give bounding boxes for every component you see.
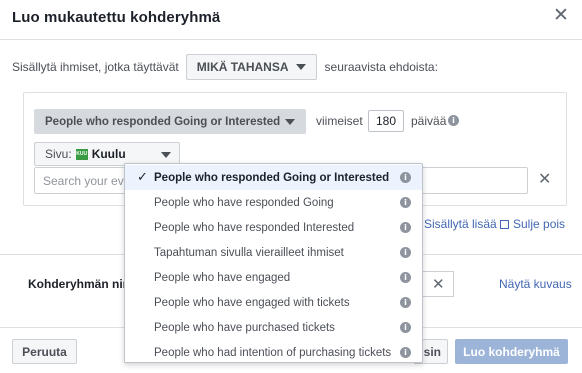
page-label: Sivu: (45, 147, 72, 161)
event-type-dropdown[interactable]: People who responded Going or Interested (34, 109, 306, 134)
info-icon[interactable]: i (400, 222, 411, 233)
retention-suffix: päivää (411, 114, 447, 128)
checkmark-icon: ✓ (137, 170, 148, 185)
include-suffix: seuraavista ehdoista: (324, 60, 438, 74)
event-type-label: People who responded Going or Interested (45, 115, 281, 128)
info-icon[interactable]: i (400, 247, 411, 258)
info-icon[interactable]: i (400, 347, 411, 358)
menu-item[interactable]: People who have responded Interested i (125, 215, 422, 240)
match-type-label: MIKÄ TAHANSA (196, 60, 289, 74)
dialog-title: Luo mukautettu kohderyhmä (12, 9, 221, 26)
event-type-menu: ✓ People who responded Going or Intereste… (124, 163, 423, 363)
info-icon[interactable]: i (400, 322, 411, 333)
menu-item[interactable]: People who had intention of purchasing t… (125, 340, 422, 365)
page-name: Kuulu (91, 147, 126, 161)
exclude-icon (500, 220, 509, 229)
menu-item-label: People who have engaged with tickets (154, 296, 350, 309)
retention-prefix: viimeiset (316, 114, 363, 128)
menu-item[interactable]: ✓ People who responded Going or Intereste… (125, 165, 422, 190)
menu-item-label: People who have engaged (154, 271, 291, 284)
chevron-down-icon (285, 119, 295, 125)
menu-item[interactable]: People who have purchased tickets i (125, 315, 422, 340)
show-description-link[interactable]: Näytä kuvaus (499, 277, 572, 291)
include-more-link[interactable]: Sisällytä lisää (424, 217, 497, 231)
create-audience-button[interactable]: Luo kohderyhmä (455, 339, 568, 364)
menu-item-label: People who responded Going or Interested (154, 171, 390, 184)
info-icon[interactable]: i (448, 115, 459, 126)
menu-item-label: Tapahtuman sivulla vierailleet ihmiset (154, 246, 344, 259)
dialog-header: Luo mukautettu kohderyhmä ✕ (0, 0, 582, 40)
menu-item[interactable]: People who have engaged with tickets i (125, 290, 422, 315)
menu-item-label: People who have responded Interested (154, 221, 355, 234)
clear-name-icon[interactable]: ✕ (432, 275, 445, 293)
exclude-label: Sulje pois (513, 217, 566, 231)
chevron-down-icon (295, 64, 306, 70)
retention-days-input[interactable] (368, 110, 404, 132)
include-prefix: Sisällytä ihmiset, jotka täyttävät (12, 60, 179, 74)
cancel-button[interactable]: Peruuta (12, 339, 77, 364)
menu-item[interactable]: Tapahtuman sivulla vierailleet ihmiset i (125, 240, 422, 265)
menu-item[interactable]: People who have responded Going i (125, 190, 422, 215)
info-icon[interactable]: i (400, 297, 411, 308)
include-rule-row: Sisällytä ihmiset, jotka täyttävät MIKÄ … (12, 54, 438, 80)
exclude-link[interactable]: Sulje pois (500, 217, 565, 231)
page-avatar-icon: KUU (75, 148, 88, 160)
chevron-down-icon (161, 152, 171, 158)
menu-item-label: People who had intention of purchasing t… (154, 346, 392, 359)
audience-name-label: Kohderyhmän nimi (28, 277, 137, 291)
menu-item-label: People who have purchased tickets (154, 321, 335, 334)
menu-item[interactable]: People who have engaged i (125, 265, 422, 290)
remove-rule-icon[interactable]: ✕ (538, 172, 551, 188)
info-icon[interactable]: i (400, 197, 411, 208)
match-type-dropdown[interactable]: MIKÄ TAHANSA (185, 54, 317, 80)
info-icon[interactable]: i (400, 172, 411, 183)
info-icon[interactable]: i (400, 272, 411, 283)
menu-item-label: People who have responded Going (154, 196, 334, 209)
include-more-label: Sisällytä lisää (424, 217, 497, 231)
close-icon[interactable]: ✕ (552, 6, 570, 25)
